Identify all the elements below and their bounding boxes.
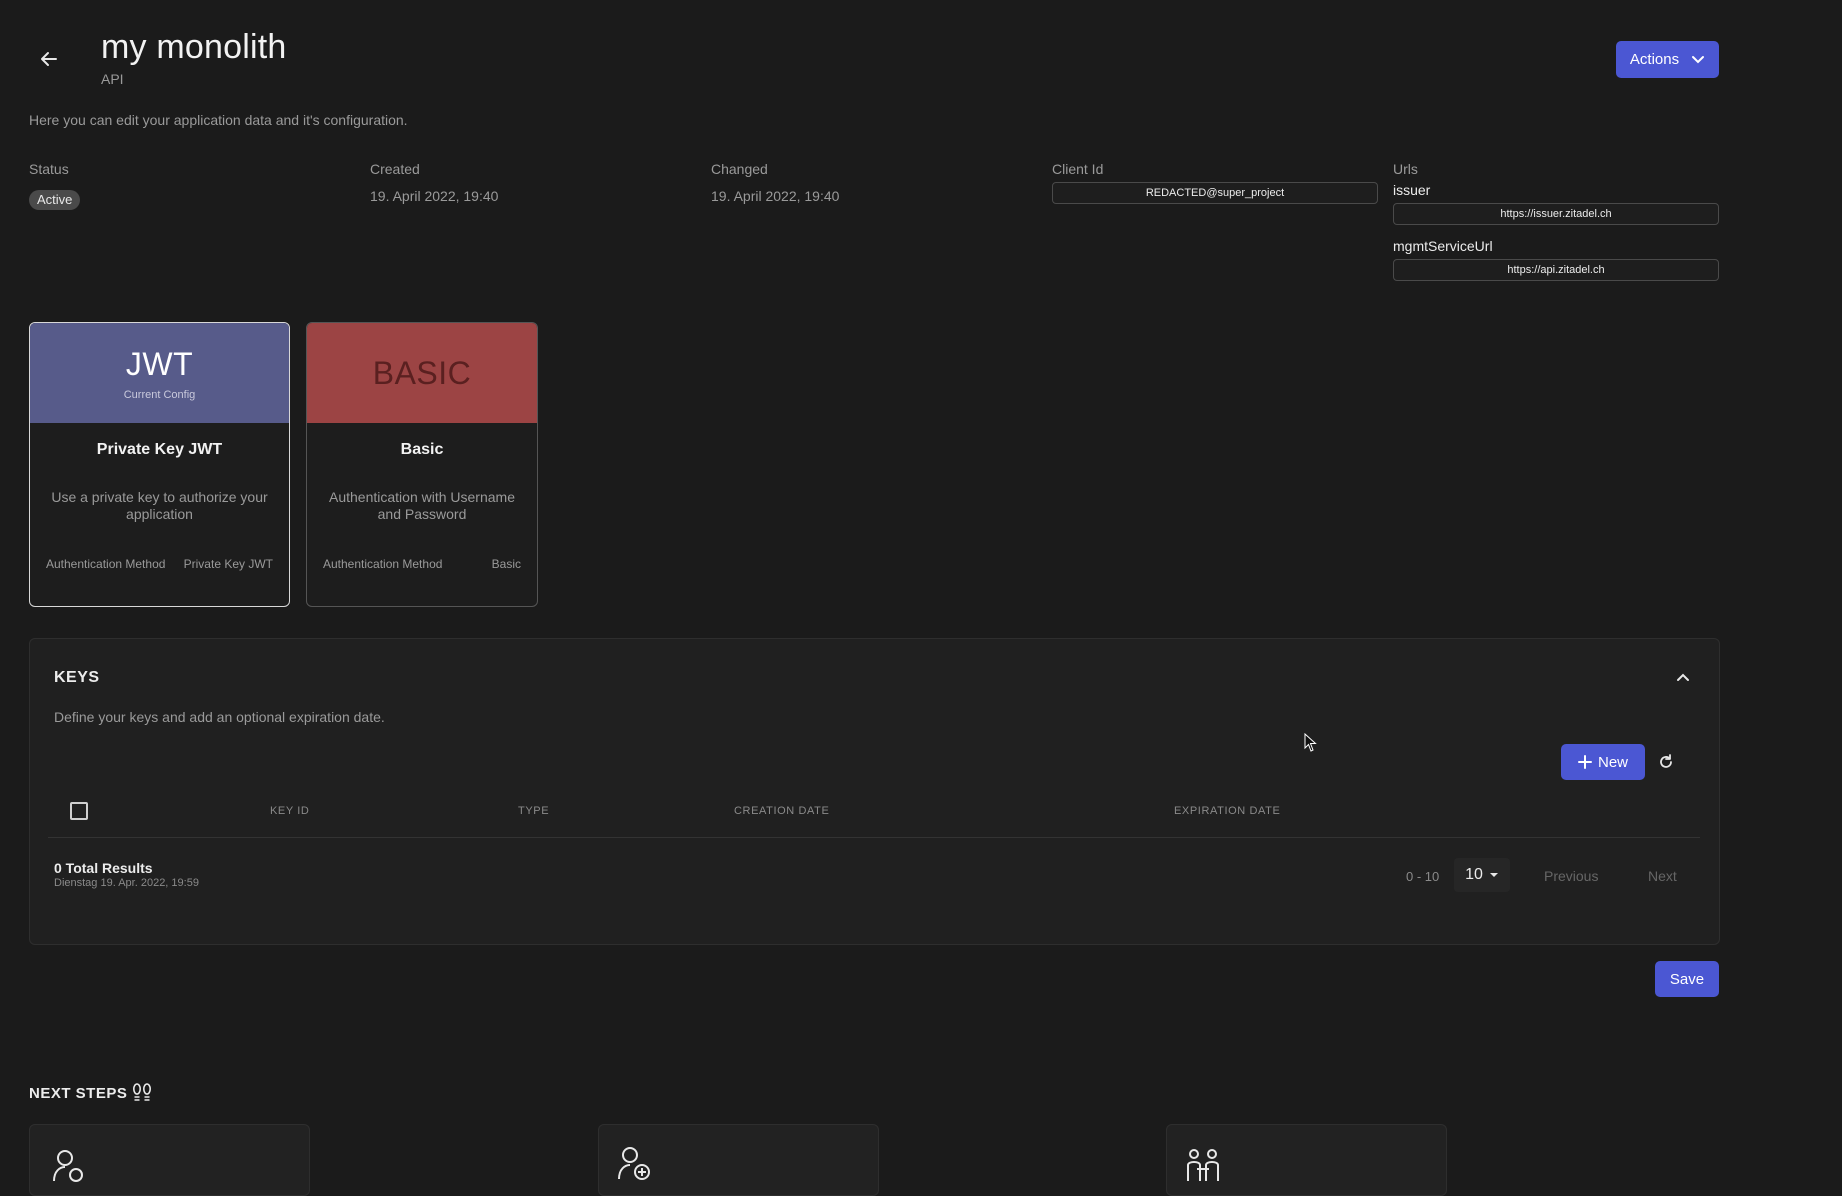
card-footer-label: Authentication Method [46,557,166,571]
card-footer-value: Private Key JWT [183,557,273,571]
refresh-button[interactable] [1657,753,1675,776]
page-description: Here you can edit your application data … [29,112,408,128]
caret-down-icon [1489,873,1498,877]
table-divider [48,837,1700,838]
chevron-down-icon [1692,55,1705,63]
card-header: BASIC [307,323,537,423]
changed-label: Changed [711,161,768,177]
next-steps-title: NEXT STEPS [29,1085,128,1102]
page-range: 0 - 10 [1406,869,1440,884]
card-badge: JWT [125,345,194,382]
team-icon [1187,1149,1219,1181]
mgmt-service-url-label: mgmtServiceUrl [1393,238,1493,254]
results-timestamp: Dienstag 19. Apr. 2022, 19:59 [54,877,199,889]
auth-method-card-jwt[interactable]: JWT Current Config Private Key JWT Use a… [29,322,290,607]
card-description: Use a private key to authorize your appl… [51,489,268,522]
select-all-checkbox[interactable] [70,802,88,820]
back-button[interactable] [36,46,62,72]
actions-label: Actions [1629,51,1680,68]
status-badge: Active [29,190,81,210]
mgmt-service-url-field[interactable]: https://api.zitadel.ch [1393,259,1719,281]
card-description: Authentication with Username and Passwor… [329,489,515,522]
previous-page-button[interactable]: Previous [1544,868,1598,884]
card-footer: Authentication Method Basic [323,557,521,571]
card-footer-label: Authentication Method [323,557,443,571]
next-page-button[interactable]: Next [1648,868,1677,884]
next-step-card-3[interactable] [1166,1124,1447,1196]
arrow-left-icon [41,52,57,66]
next-step-card-2[interactable] [598,1124,879,1196]
save-button[interactable]: Save [1655,961,1719,997]
client-id-field[interactable]: REDACTED@super_project [1052,182,1378,204]
plus-icon [1577,755,1592,769]
created-label: Created [370,161,420,177]
keys-description: Define your keys and add an optional exp… [54,709,385,725]
client-id-label: Client Id [1052,161,1104,177]
new-key-label: New [1597,753,1628,771]
issuer-label: issuer [1393,182,1431,198]
card-footer: Authentication Method Private Key JWT [46,557,273,571]
column-header-key-id[interactable]: KEY ID [270,805,309,817]
card-header: JWT Current Config [30,323,289,423]
collapse-button[interactable] [1675,669,1691,690]
chevron-up-icon [1677,673,1689,681]
mouse-cursor-icon [1304,732,1318,758]
page-subtitle: API [101,71,124,87]
changed-value: 19. April 2022, 19:40 [711,188,840,204]
refresh-icon [1660,754,1672,768]
urls-label: Urls [1393,161,1418,177]
issuer-url-field[interactable]: https://issuer.zitadel.ch [1393,203,1719,225]
card-name: Basic [400,441,444,458]
page-title: my monolith [101,28,287,66]
created-value: 19. April 2022, 19:40 [370,188,499,204]
column-header-expiration-date[interactable]: EXPIRATION DATE [1174,805,1280,817]
card-name: Private Key JWT [96,441,223,458]
user-settings-icon [53,1150,83,1182]
column-header-type[interactable]: TYPE [518,805,549,817]
page-size-value: 10 [1465,866,1483,883]
footsteps-icon [132,1083,152,1110]
keys-title: KEYS [54,669,100,686]
status-label: Status [29,161,69,177]
card-footer-value: Basic [491,557,521,571]
actions-button[interactable]: Actions [1616,41,1719,78]
card-subbadge: Current Config [123,388,196,401]
total-results: 0 Total Results [54,860,153,876]
page-size-select[interactable]: 10 [1454,858,1510,892]
column-header-creation-date[interactable]: CREATION DATE [734,805,829,817]
new-key-button[interactable]: New [1561,744,1645,780]
card-badge: BASIC [372,354,472,391]
auth-method-card-basic[interactable]: BASIC Basic Authentication with Username… [306,322,538,607]
next-step-card-1[interactable] [29,1124,310,1196]
keys-panel: KEYS Define your keys and add an optiona… [29,638,1720,945]
